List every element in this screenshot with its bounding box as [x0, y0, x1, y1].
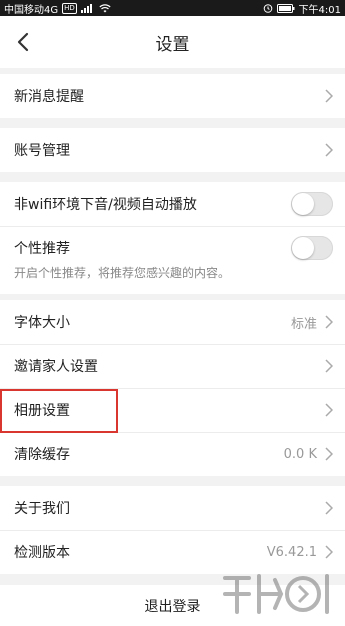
font-size-row[interactable]: 字体大小 标准: [0, 300, 345, 344]
account-management-row[interactable]: 账号管理: [0, 128, 345, 172]
account-management-label: 账号管理: [14, 143, 70, 159]
chevron-right-icon: [325, 403, 333, 417]
font-size-value: 标准: [290, 316, 317, 332]
about-us-label: 关于我们: [14, 501, 70, 517]
about-us-row[interactable]: 关于我们: [0, 486, 345, 530]
autoplay-label: 非wifi环境下音/视频自动播放: [14, 197, 197, 213]
toggle-knob: [292, 237, 314, 259]
personal-recommend-row: 个性推荐 开启个性推荐，将推荐您感兴趣的内容。: [0, 226, 345, 294]
family-invite-label: 邀请家人设置: [14, 359, 98, 375]
clear-cache-row[interactable]: 清除缓存 0.0 K: [0, 432, 345, 476]
clear-cache-label: 清除缓存: [14, 447, 70, 463]
autoplay-row: 非wifi环境下音/视频自动播放: [0, 182, 345, 226]
hd-badge: HD: [62, 2, 77, 14]
settings-group-general: 字体大小 标准 邀请家人设置 相册设置 清除缓存 0.0 K: [0, 300, 345, 476]
personal-recommend-description: 开启个性推荐，将推荐您感兴趣的内容。: [14, 266, 231, 280]
clock-text: 下午4:01: [298, 4, 341, 16]
status-bar: 中国移动4G HD 下午4:01: [0, 0, 345, 16]
new-message-alert-row[interactable]: 新消息提醒: [0, 74, 345, 118]
signal-icon: [80, 3, 92, 13]
autoplay-toggle[interactable]: [291, 192, 333, 216]
title-bar: 设置: [0, 16, 345, 68]
chevron-right-icon: [325, 359, 333, 373]
personal-recommend-label: 个性推荐: [14, 241, 70, 257]
version-value: V6.42.1: [266, 544, 317, 560]
chevron-right-icon: [325, 315, 333, 329]
settings-group-media: 非wifi环境下音/视频自动播放 个性推荐 开启个性推荐，将推荐您感兴趣的内容。: [0, 182, 345, 294]
chevron-right-icon: [325, 89, 333, 103]
cache-size-value: 0.0 K: [283, 446, 317, 462]
chevron-left-icon: [17, 32, 29, 52]
album-settings-label: 相册设置: [14, 403, 70, 419]
battery-icon: [276, 3, 295, 13]
check-version-label: 检测版本: [14, 545, 70, 561]
carrier-text: 中国移动4G: [4, 4, 59, 16]
alarm-icon: [263, 4, 272, 13]
personal-recommend-toggle[interactable]: [291, 236, 333, 260]
toggle-knob: [292, 193, 314, 215]
logout-button[interactable]: 退出登录: [0, 585, 345, 626]
font-size-label: 字体大小: [14, 315, 70, 331]
page-title: 设置: [155, 34, 190, 55]
settings-group-about: 关于我们 检测版本 V6.42.1: [0, 486, 345, 574]
album-settings-row[interactable]: 相册设置: [0, 388, 345, 432]
check-version-row[interactable]: 检测版本 V6.42.1: [0, 530, 345, 574]
wifi-icon: [99, 3, 111, 12]
family-invite-row[interactable]: 邀请家人设置: [0, 344, 345, 388]
chevron-right-icon: [325, 545, 333, 559]
chevron-right-icon: [325, 447, 333, 461]
chevron-right-icon: [325, 501, 333, 515]
chevron-right-icon: [325, 143, 333, 157]
settings-group-notifications: 新消息提醒: [0, 74, 345, 118]
new-message-alert-label: 新消息提醒: [14, 89, 84, 105]
settings-group-account: 账号管理: [0, 128, 345, 172]
back-button[interactable]: [10, 29, 36, 55]
